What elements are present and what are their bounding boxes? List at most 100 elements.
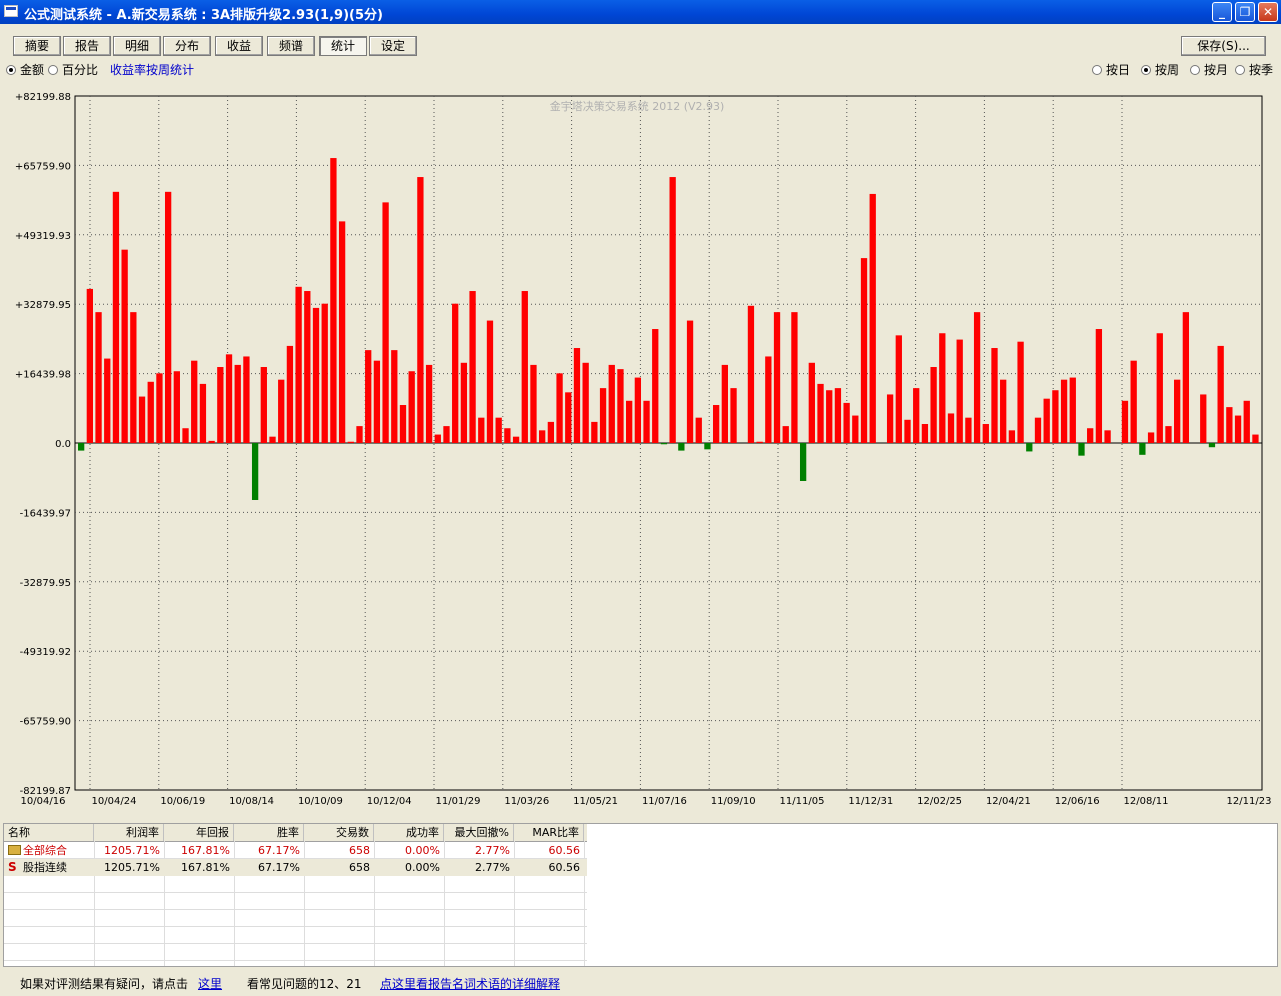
- chart-bar: [86, 288, 93, 443]
- weekly-return-link[interactable]: 收益率按周统计: [110, 63, 194, 77]
- minimize-button[interactable]: _: [1212, 2, 1232, 22]
- tab-report[interactable]: 报告: [63, 36, 111, 56]
- footer-text: 如果对评测结果有疑问，请点击: [20, 977, 189, 991]
- chart-bar: [956, 339, 963, 443]
- tab-details[interactable]: 明细: [113, 36, 161, 56]
- row-divider: [4, 960, 587, 961]
- chart-bar: [347, 441, 354, 443]
- save-button[interactable]: 保存(S)...: [1181, 36, 1266, 56]
- row-divider: [4, 926, 587, 927]
- chart-bar: [104, 358, 111, 443]
- tab-income[interactable]: 收益: [215, 36, 263, 56]
- chart-bar: [869, 193, 876, 443]
- faq-link[interactable]: 这里: [198, 974, 222, 994]
- header-mar[interactable]: MAR比率: [514, 824, 584, 841]
- cell-annual: 167.81%: [181, 844, 230, 857]
- tab-summary[interactable]: 摘要: [13, 36, 61, 56]
- y-tick-label: +82199.88: [15, 92, 71, 103]
- header-annual[interactable]: 年回报: [164, 824, 234, 841]
- cell-success: 0.00%: [405, 844, 440, 857]
- chart-bar: [1174, 379, 1181, 443]
- y-tick-label: +32879.95: [15, 300, 71, 311]
- tab-statistics[interactable]: 统计: [319, 36, 367, 56]
- header-winrate[interactable]: 胜率: [234, 824, 304, 841]
- chart-bar: [434, 434, 441, 443]
- table-row[interactable]: 全部综合 1205.71% 167.81% 67.17% 658 0.00% 2…: [4, 842, 587, 859]
- footer-help: 如果对评测结果有疑问，请点击 这里 看常见问题的12、21 点这里看报告名词术语…: [0, 972, 1281, 996]
- glossary-link[interactable]: 点这里看报告名词术语的详细解释: [380, 974, 560, 994]
- chart-bar: [182, 428, 189, 443]
- tab-spectrum[interactable]: 频谱: [267, 36, 315, 56]
- y-tick-label: +49319.93: [15, 231, 71, 242]
- chart-bar: [130, 312, 137, 443]
- chart-bar: [1104, 430, 1111, 443]
- row-name: 股指连续: [23, 861, 67, 874]
- chart-bar: [251, 443, 259, 500]
- chart-bar: [452, 303, 459, 443]
- chart-bar: [556, 373, 563, 443]
- header-profit[interactable]: 利润率: [94, 824, 164, 841]
- chart-bar: [121, 249, 128, 443]
- chart-bar: [391, 350, 398, 443]
- y-tick-label: -32879.95: [20, 578, 71, 589]
- close-button[interactable]: ✕: [1258, 2, 1278, 22]
- chart-bar: [164, 191, 172, 443]
- y-tick-label: -16439.97: [20, 508, 71, 519]
- chart-bar: [756, 441, 763, 443]
- chart-bar: [217, 367, 224, 443]
- chart-bar: [782, 426, 789, 443]
- chart-bar: [695, 417, 702, 443]
- chart-bar: [78, 443, 85, 451]
- tab-settings[interactable]: 设定: [369, 36, 417, 56]
- chart-bar: [269, 436, 276, 443]
- chart-bar: [399, 405, 407, 443]
- x-tick-label: 12/06/16: [1055, 796, 1100, 806]
- header-drawdown[interactable]: 最大回撤%: [444, 824, 514, 841]
- chart-bar: [312, 307, 320, 443]
- chart-bar: [547, 421, 555, 443]
- chart-bar: [991, 348, 998, 443]
- radio-by-day[interactable]: 按日: [1092, 63, 1130, 77]
- radio-by-season[interactable]: 按季: [1235, 63, 1273, 77]
- chart-bar: [799, 443, 807, 481]
- tab-distribution[interactable]: 分布: [163, 36, 211, 56]
- chart-bar: [338, 221, 346, 443]
- app-icon: [4, 5, 18, 17]
- cell-profit: 1205.71%: [104, 844, 160, 857]
- x-tick-label: 11/01/29: [436, 796, 481, 806]
- header-success[interactable]: 成功率: [374, 824, 444, 841]
- chart-bar: [765, 356, 772, 443]
- chart-bar: [1008, 430, 1016, 443]
- x-tick-label: 10/04/16: [21, 796, 66, 806]
- chart-bar: [1147, 432, 1155, 443]
- header-name[interactable]: 名称: [4, 824, 94, 841]
- chart-bar: [504, 428, 511, 443]
- table-row[interactable]: S 股指连续 1205.71% 167.81% 67.17% 658 0.00% …: [4, 859, 587, 876]
- chart-bar: [304, 291, 311, 443]
- chart-bar: [330, 158, 337, 444]
- cell-success: 0.00%: [405, 861, 440, 874]
- maximize-button[interactable]: ❐: [1235, 2, 1255, 22]
- chart-bar: [512, 436, 520, 443]
- x-tick-label: 12/08/11: [1124, 796, 1169, 806]
- chart-bar: [608, 364, 615, 443]
- chart-bar: [704, 443, 711, 450]
- header-trades[interactable]: 交易数: [304, 824, 374, 841]
- radio-by-week[interactable]: 按周: [1141, 63, 1179, 77]
- chart-bar: [730, 388, 737, 443]
- radio-by-month[interactable]: 按月: [1190, 63, 1228, 77]
- chart-bar: [1060, 379, 1068, 443]
- chart-bar: [1095, 329, 1103, 443]
- x-tick-label: 12/04/21: [986, 796, 1031, 806]
- window-title: 公式测试系统 - A.新交易系统 : 3A排版升级2.93(1,9)(5分): [24, 8, 383, 23]
- y-axis-labels: +82199.88 +65759.90 +49319.93 +32879.95 +164…: [15, 92, 71, 797]
- results-table[interactable]: 名称 利润率 年回报 胜率 交易数 成功率 最大回撤% MAR比率 全部综合 1…: [3, 823, 1278, 967]
- x-tick-label: 10/10/09: [298, 796, 343, 806]
- radio-amount[interactable]: 金额: [6, 63, 44, 77]
- cell-winrate: 67.17%: [258, 844, 300, 857]
- radio-percent[interactable]: 百分比: [48, 63, 98, 77]
- chart-bar: [1156, 333, 1163, 443]
- chart-bar: [539, 430, 546, 443]
- chart-bar: [1200, 394, 1207, 443]
- chart-bar: [495, 417, 502, 443]
